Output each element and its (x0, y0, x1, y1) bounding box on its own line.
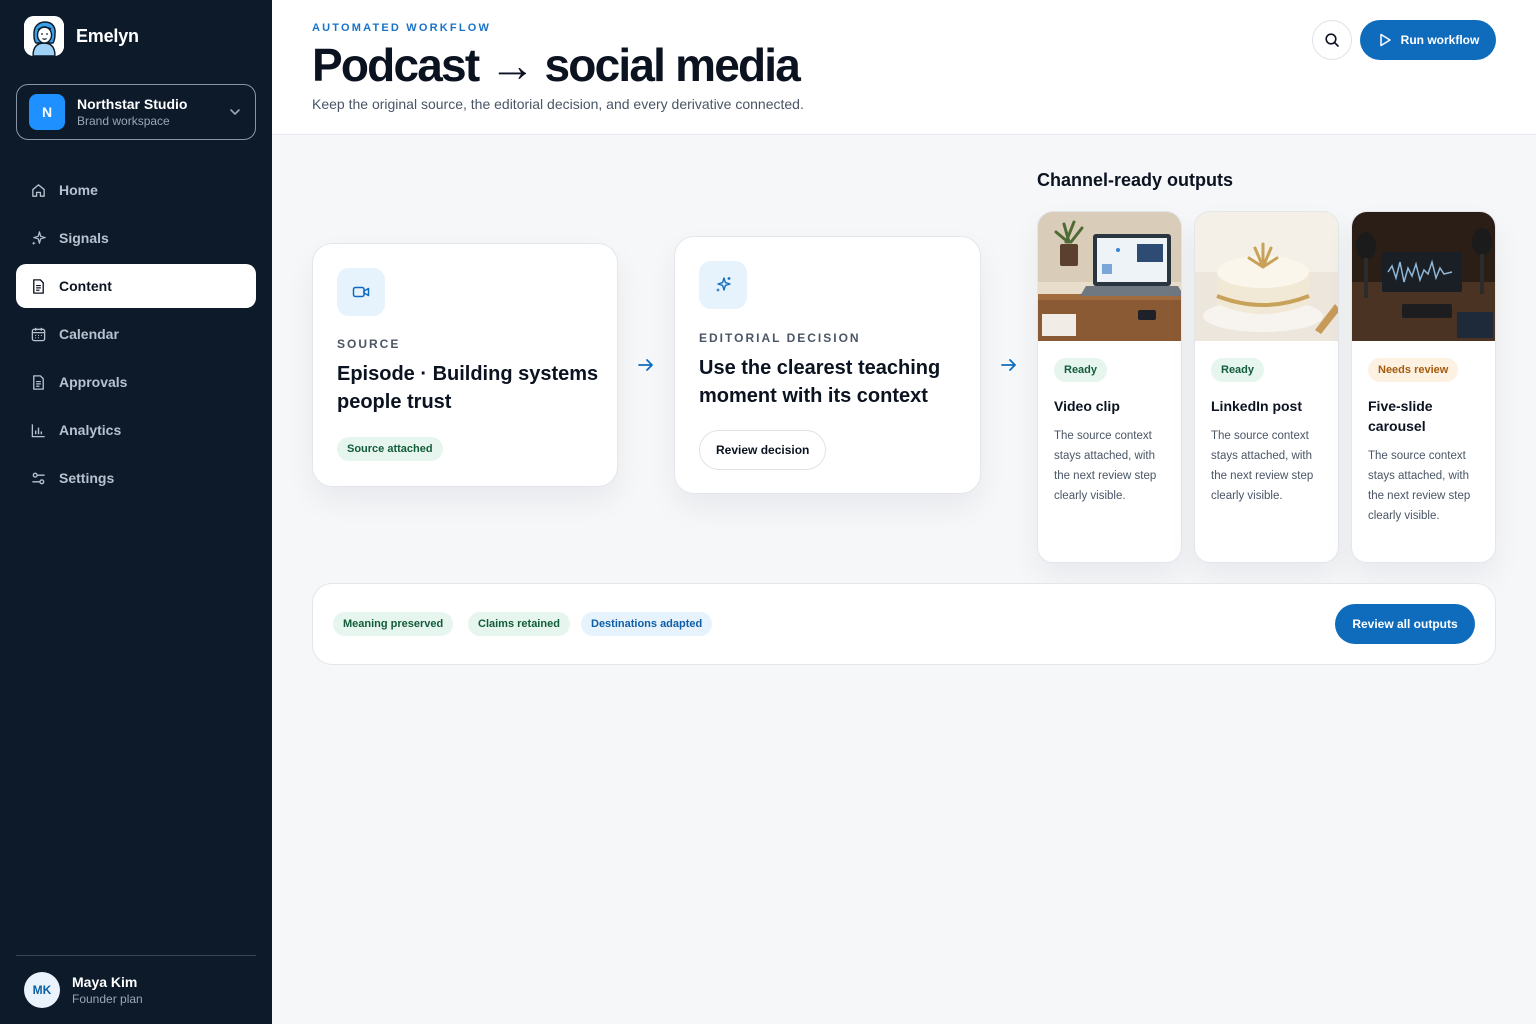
document-icon (33, 278, 44, 294)
chevron-down-icon (230, 109, 240, 115)
sidebar-item-approvals[interactable]: Approvals (16, 360, 256, 404)
source-attached-badge: Source attached (337, 437, 443, 461)
calendar-icon (31, 327, 46, 341)
output-card-five-slide-carousel[interactable]: Needs review Five-slide carousel The sou… (1351, 211, 1496, 563)
video-camera-icon (352, 286, 370, 298)
page-eyebrow: AUTOMATED WORKFLOW (312, 22, 492, 34)
arrow-right-icon (1001, 359, 1016, 371)
outputs-heading: Channel-ready outputs (1037, 170, 1234, 190)
workspace-name: Northstar Studio (77, 96, 188, 112)
search-button[interactable] (1312, 20, 1352, 60)
sliders-icon (32, 472, 45, 484)
podcast-studio-image (1352, 212, 1495, 341)
source-label: SOURCE (337, 337, 401, 351)
output-title: Five-slide carousel (1368, 398, 1433, 434)
sidebar-item-label: Calendar (59, 326, 119, 342)
output-title: LinkedIn post (1211, 398, 1302, 414)
status-badge: Ready (1211, 358, 1265, 382)
editorial-decision-card[interactable]: EDITORIAL DECISION Use the clearest teac… (674, 236, 981, 494)
output-title: Video clip (1054, 398, 1120, 414)
sidebar-item-label: Content (59, 278, 112, 294)
sidebar-item-content[interactable]: Content (16, 264, 256, 308)
review-all-outputs-button[interactable]: Review all outputs (1335, 604, 1475, 644)
home-icon (32, 183, 45, 197)
sidebar-item-settings[interactable]: Settings (16, 456, 256, 500)
user-plan: Founder plan (72, 992, 143, 1006)
sidebar-divider (16, 955, 256, 956)
sidebar-item-analytics[interactable]: Analytics (16, 408, 256, 452)
source-icon-tile (337, 268, 385, 316)
user-profile[interactable]: MK Maya Kim Founder plan (24, 972, 143, 1008)
sidebar-item-calendar[interactable]: Calendar (16, 312, 256, 356)
sparkle-icon (716, 277, 731, 292)
app-name: Emelyn (76, 25, 139, 46)
decision-label: EDITORIAL DECISION (699, 331, 861, 345)
review-summary-bar: Meaning preserved Claims retained Destin… (312, 583, 1496, 665)
sidebar-item-label: Signals (59, 230, 109, 246)
review-decision-button[interactable]: Review decision (699, 430, 827, 470)
sidebar-item-home[interactable]: Home (16, 168, 256, 212)
brand-logo (24, 16, 64, 56)
search-icon (1325, 33, 1339, 47)
workspace-switcher[interactable]: N Northstar Studio Brand workspace (16, 84, 256, 140)
output-description: The source context stays attached, with … (1211, 430, 1314, 502)
sidebar-item-signals[interactable]: Signals (16, 216, 256, 260)
run-workflow-button[interactable]: Run workflow (1360, 20, 1496, 60)
laptop-desk-image (1038, 212, 1181, 341)
status-badge: Ready (1054, 358, 1108, 382)
status-badge: Needs review (1368, 358, 1459, 382)
document-check-icon (33, 374, 44, 390)
sidebar-nav: Home Signals Content Calendar Approvals … (16, 168, 256, 504)
run-workflow-label: Run workflow (1400, 33, 1480, 47)
page-header: AUTOMATED WORKFLOW Podcast → social medi… (272, 0, 1536, 135)
workspace-subtitle: Brand workspace (77, 114, 170, 128)
user-name: Maya Kim (72, 974, 138, 990)
sidebar: Emelyn N Northstar Studio Brand workspac… (0, 0, 272, 1024)
sparkle-icon (31, 230, 46, 245)
output-card-video-clip[interactable]: Ready Video clip The source context stay… (1037, 211, 1182, 563)
arrow-right-icon (638, 359, 653, 371)
output-card-linkedin-post[interactable]: Ready LinkedIn post The source context s… (1194, 211, 1339, 563)
bar-chart-icon (31, 423, 45, 437)
avatar: MK (24, 972, 60, 1008)
source-title: Episode · Building systems people trust (337, 363, 599, 413)
decision-title: Use the clearest teaching moment with it… (699, 357, 941, 407)
page-subtitle: Keep the original source, the editorial … (312, 96, 804, 112)
output-description: The source context stays attached, with … (1054, 430, 1157, 502)
sidebar-item-label: Approvals (59, 374, 128, 390)
page-title: Podcast → social media (312, 39, 801, 91)
sidebar-item-label: Analytics (59, 422, 122, 438)
play-icon (1379, 33, 1391, 47)
sidebar-item-label: Settings (59, 470, 115, 486)
output-description: The source context stays attached, with … (1368, 450, 1471, 522)
sidebar-item-label: Home (59, 182, 98, 198)
check-badge-claims: Claims retained (468, 612, 570, 636)
brand[interactable]: Emelyn (24, 16, 139, 56)
source-card[interactable]: SOURCE Episode · Building systems people… (312, 243, 618, 487)
workspace-avatar: N (29, 94, 65, 130)
cake-image (1195, 212, 1338, 341)
check-badge-destinations: Destinations adapted (581, 612, 713, 636)
check-badge-meaning: Meaning preserved (333, 612, 454, 636)
decision-icon-tile (699, 261, 747, 309)
